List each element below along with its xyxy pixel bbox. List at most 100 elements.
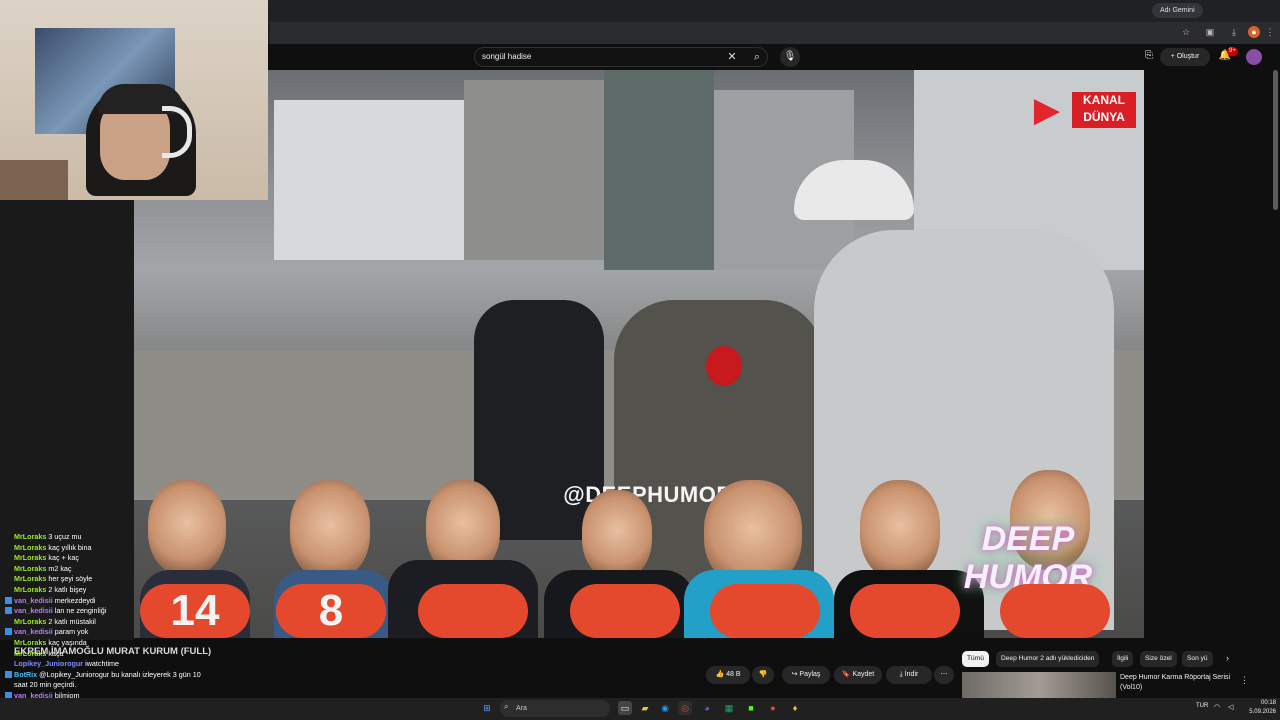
browser-tab-strip xyxy=(270,0,1280,22)
desk xyxy=(0,160,68,200)
chrome-icon[interactable]: ◎ xyxy=(678,701,692,715)
dislike-button[interactable]: 👎 xyxy=(752,666,774,684)
chat-username[interactable]: Lopikey_Juniorogur xyxy=(14,659,83,668)
chat-text: 2 katlı bişey xyxy=(48,584,87,594)
chip-for-you[interactable]: Size özel xyxy=(1140,651,1177,667)
dislike-icon: 👎 xyxy=(758,671,768,678)
mic-icon[interactable]: 🎙 xyxy=(780,47,800,67)
candidate-face xyxy=(582,490,652,580)
chip-all[interactable]: Tümü xyxy=(962,651,989,667)
score-pill xyxy=(1000,584,1110,638)
candidate-face xyxy=(860,480,940,580)
discord-icon[interactable]: ◕ xyxy=(700,701,714,715)
chat-text: kaç + kaç xyxy=(48,553,79,563)
more-icon[interactable]: ⋮ xyxy=(1240,675,1249,687)
chat-username[interactable]: MrLoraks xyxy=(14,617,46,626)
channel-logo: KANAL DÜNYA xyxy=(1072,92,1136,128)
share-button[interactable]: ↪ Paylaş xyxy=(782,666,830,684)
save-label: Kaydet xyxy=(852,671,875,678)
more-button[interactable]: ⋯ xyxy=(934,666,954,684)
start-icon[interactable]: ⊞ xyxy=(480,701,494,715)
score-pill xyxy=(710,584,820,638)
chat-username[interactable]: MrLoraks xyxy=(14,532,46,541)
logo-icon: ▶ xyxy=(1033,91,1061,129)
chip-related[interactable]: İlgili xyxy=(1112,651,1134,667)
chip-uploader[interactable]: Deep Humor 2 adlı yüklediciden xyxy=(996,651,1100,667)
profile-icon[interactable]: ● xyxy=(1248,26,1260,38)
more-icon: ⋯ xyxy=(940,671,948,678)
chat-username[interactable]: van_kedisii xyxy=(14,596,53,605)
building xyxy=(464,80,604,260)
search-icon: ⌕ xyxy=(504,702,509,711)
chat-message: van_kedisii lan ne zenginliği xyxy=(0,606,272,617)
share-icon: ↪ xyxy=(791,671,798,678)
like-button[interactable]: 👍 48 B xyxy=(706,666,750,684)
taskbar-search[interactable]: Ara xyxy=(500,700,610,717)
chevron-right-icon[interactable]: › xyxy=(1226,653,1236,665)
chat-text: her şeyi söyle xyxy=(48,574,93,584)
clock[interactable]: 00:18 5.09.2026 xyxy=(1246,699,1276,719)
app-icon[interactable]: ♦ xyxy=(788,701,802,715)
cast-icon[interactable]: ⎘ xyxy=(1142,50,1156,64)
building xyxy=(274,100,464,260)
chat-text: @Lopikey_Juniorogur bu kanalı izleyerek … xyxy=(39,669,201,679)
menu-icon[interactable]: ⋮ xyxy=(1264,26,1276,38)
chat-username[interactable]: van_kedisii xyxy=(14,606,53,615)
chat-text: 2 katlı müstakil xyxy=(48,616,96,626)
volume-icon[interactable]: ◁ xyxy=(1228,703,1238,713)
star-icon[interactable]: ☆ xyxy=(1180,26,1192,38)
chat-username[interactable]: BotRix xyxy=(14,670,37,679)
language-indicator[interactable]: TUR xyxy=(1196,703,1210,713)
kick-icon[interactable]: ■ xyxy=(744,701,758,715)
gemini-button[interactable]: Adı Gemini xyxy=(1152,3,1203,18)
recommendation-title[interactable]: Deep Humor Karma Röportaj Serisi (Vol10) xyxy=(1120,673,1240,695)
scrollbar[interactable] xyxy=(1273,70,1278,210)
create-button[interactable]: + Oluştur xyxy=(1160,48,1210,66)
chat-username[interactable]: MrLoraks xyxy=(14,564,46,573)
extensions-icon[interactable]: ▣ xyxy=(1204,26,1216,38)
video-player[interactable]: ▶ KANAL DÜNYA @DEEPHUMOR DEEP HUMOR 14 8 xyxy=(134,70,1144,638)
score-pill: 8 xyxy=(276,584,386,638)
chat-message: saat 20 min geçirdi. xyxy=(0,680,272,691)
chat-username[interactable]: van_kedisii xyxy=(14,627,53,636)
download-button[interactable]: ⤓ İndir xyxy=(886,666,932,684)
like-icon: 👍 xyxy=(715,671,725,678)
chat-message: van_kedisii merkezdeydi xyxy=(0,596,272,607)
chat-message: MrLoraks kaç + kaç xyxy=(0,553,272,564)
chat-username[interactable]: MrLoraks xyxy=(14,543,46,552)
chat-message: MrLoraks 2 katlı müstakil xyxy=(0,617,272,628)
chat-text: saat 20 min geçirdi. xyxy=(14,680,77,690)
chat-message: van_kedisii param yok xyxy=(0,627,272,638)
chat-text: kaç yıllık bina xyxy=(48,542,92,552)
recommendation-thumbnail[interactable] xyxy=(962,672,1116,698)
chat-message: MrLoraks kaç yıllık bina xyxy=(0,543,272,554)
chat-username[interactable]: MrLoraks xyxy=(14,553,46,562)
chat-message: Lopikey_Juniorogur iwatchtime xyxy=(0,659,272,670)
search-icon[interactable]: ⌕ xyxy=(748,48,766,66)
share-label: Paylaş xyxy=(799,671,821,678)
chat-text: m2 kaç xyxy=(48,563,72,573)
task-view-icon[interactable]: ▭ xyxy=(618,701,632,715)
save-button[interactable]: 🔖 Kaydet xyxy=(834,666,882,684)
score-pill xyxy=(418,584,528,638)
avatar[interactable] xyxy=(1246,49,1262,65)
live-chat: MrLoraks 3 uçuz mu MrLoraks kaç yıllık bi… xyxy=(0,532,272,720)
chat-text: merkezdeydi xyxy=(54,595,96,605)
address-bar-row xyxy=(270,22,1280,44)
clock-date: 5.09.2026 xyxy=(1249,709,1276,715)
folder-icon[interactable]: ▰ xyxy=(638,701,652,715)
download-label: İndir xyxy=(904,671,919,678)
bookmark-icon: 🔖 xyxy=(841,671,851,678)
microphone xyxy=(706,346,742,386)
chat-username[interactable]: MrLoraks xyxy=(14,574,46,583)
chip-recent[interactable]: Son yü xyxy=(1182,651,1213,667)
chat-text: 3 uçuz mu xyxy=(48,532,82,541)
building xyxy=(604,70,714,270)
steam-icon[interactable]: ◉ xyxy=(658,701,672,715)
excel-icon[interactable]: ▦ xyxy=(722,701,736,715)
close-icon[interactable]: ✕ xyxy=(724,49,740,65)
downloads-icon[interactable]: ⤓ xyxy=(1228,26,1240,38)
chat-username[interactable]: MrLoraks xyxy=(14,585,46,594)
wifi-icon[interactable]: ◠ xyxy=(1214,703,1224,713)
recorder-icon[interactable]: ● xyxy=(766,701,780,715)
